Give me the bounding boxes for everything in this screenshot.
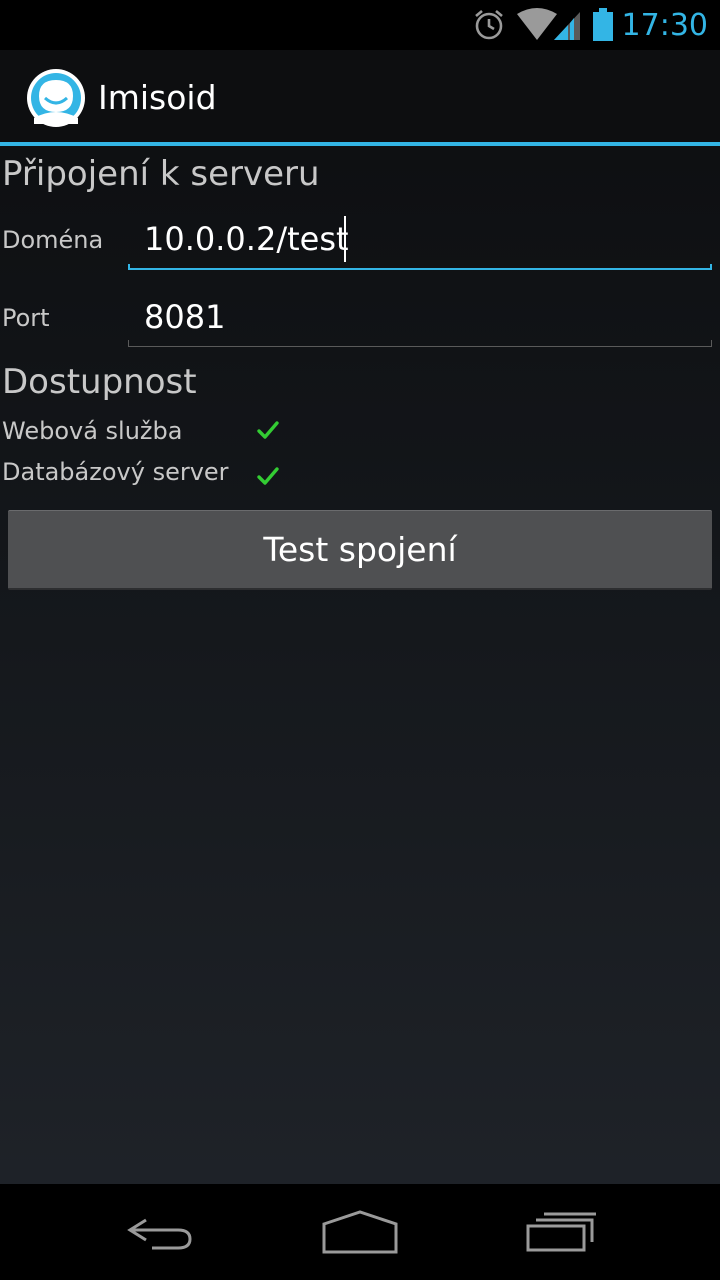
app-title: Imisoid (98, 78, 217, 117)
alarm-icon (470, 0, 508, 50)
status-bar: 17:30 (0, 0, 720, 50)
connection-section-title: Připojení k serveru (2, 154, 320, 194)
nav-bar (0, 1184, 720, 1280)
status-time: 17:30 (621, 8, 708, 43)
recent-apps-icon[interactable] (482, 1184, 642, 1280)
port-label: Port (2, 304, 50, 332)
web-service-check-icon (256, 418, 280, 442)
action-bar: Imisoid (0, 50, 720, 142)
web-service-label: Webová služba (2, 417, 183, 445)
back-icon[interactable] (80, 1184, 240, 1280)
test-connection-button[interactable]: Test spojení (8, 510, 712, 590)
port-input[interactable] (128, 292, 712, 342)
signal-icon (552, 0, 582, 50)
port-input-underline (128, 340, 712, 347)
domain-label: Doména (2, 226, 104, 254)
domain-input-underline (128, 264, 712, 270)
action-bar-divider (0, 142, 720, 146)
screen: 17:30 Imisoid Připojení k serveru Doména… (0, 0, 720, 1280)
domain-input[interactable] (128, 214, 712, 264)
availability-section-title: Dostupnost (2, 362, 197, 402)
database-server-check-icon (256, 464, 280, 488)
database-server-label: Databázový server (2, 458, 229, 486)
home-icon[interactable] (280, 1184, 440, 1280)
app-face-icon[interactable] (26, 68, 86, 128)
text-cursor (344, 216, 346, 262)
battery-icon (590, 0, 616, 50)
